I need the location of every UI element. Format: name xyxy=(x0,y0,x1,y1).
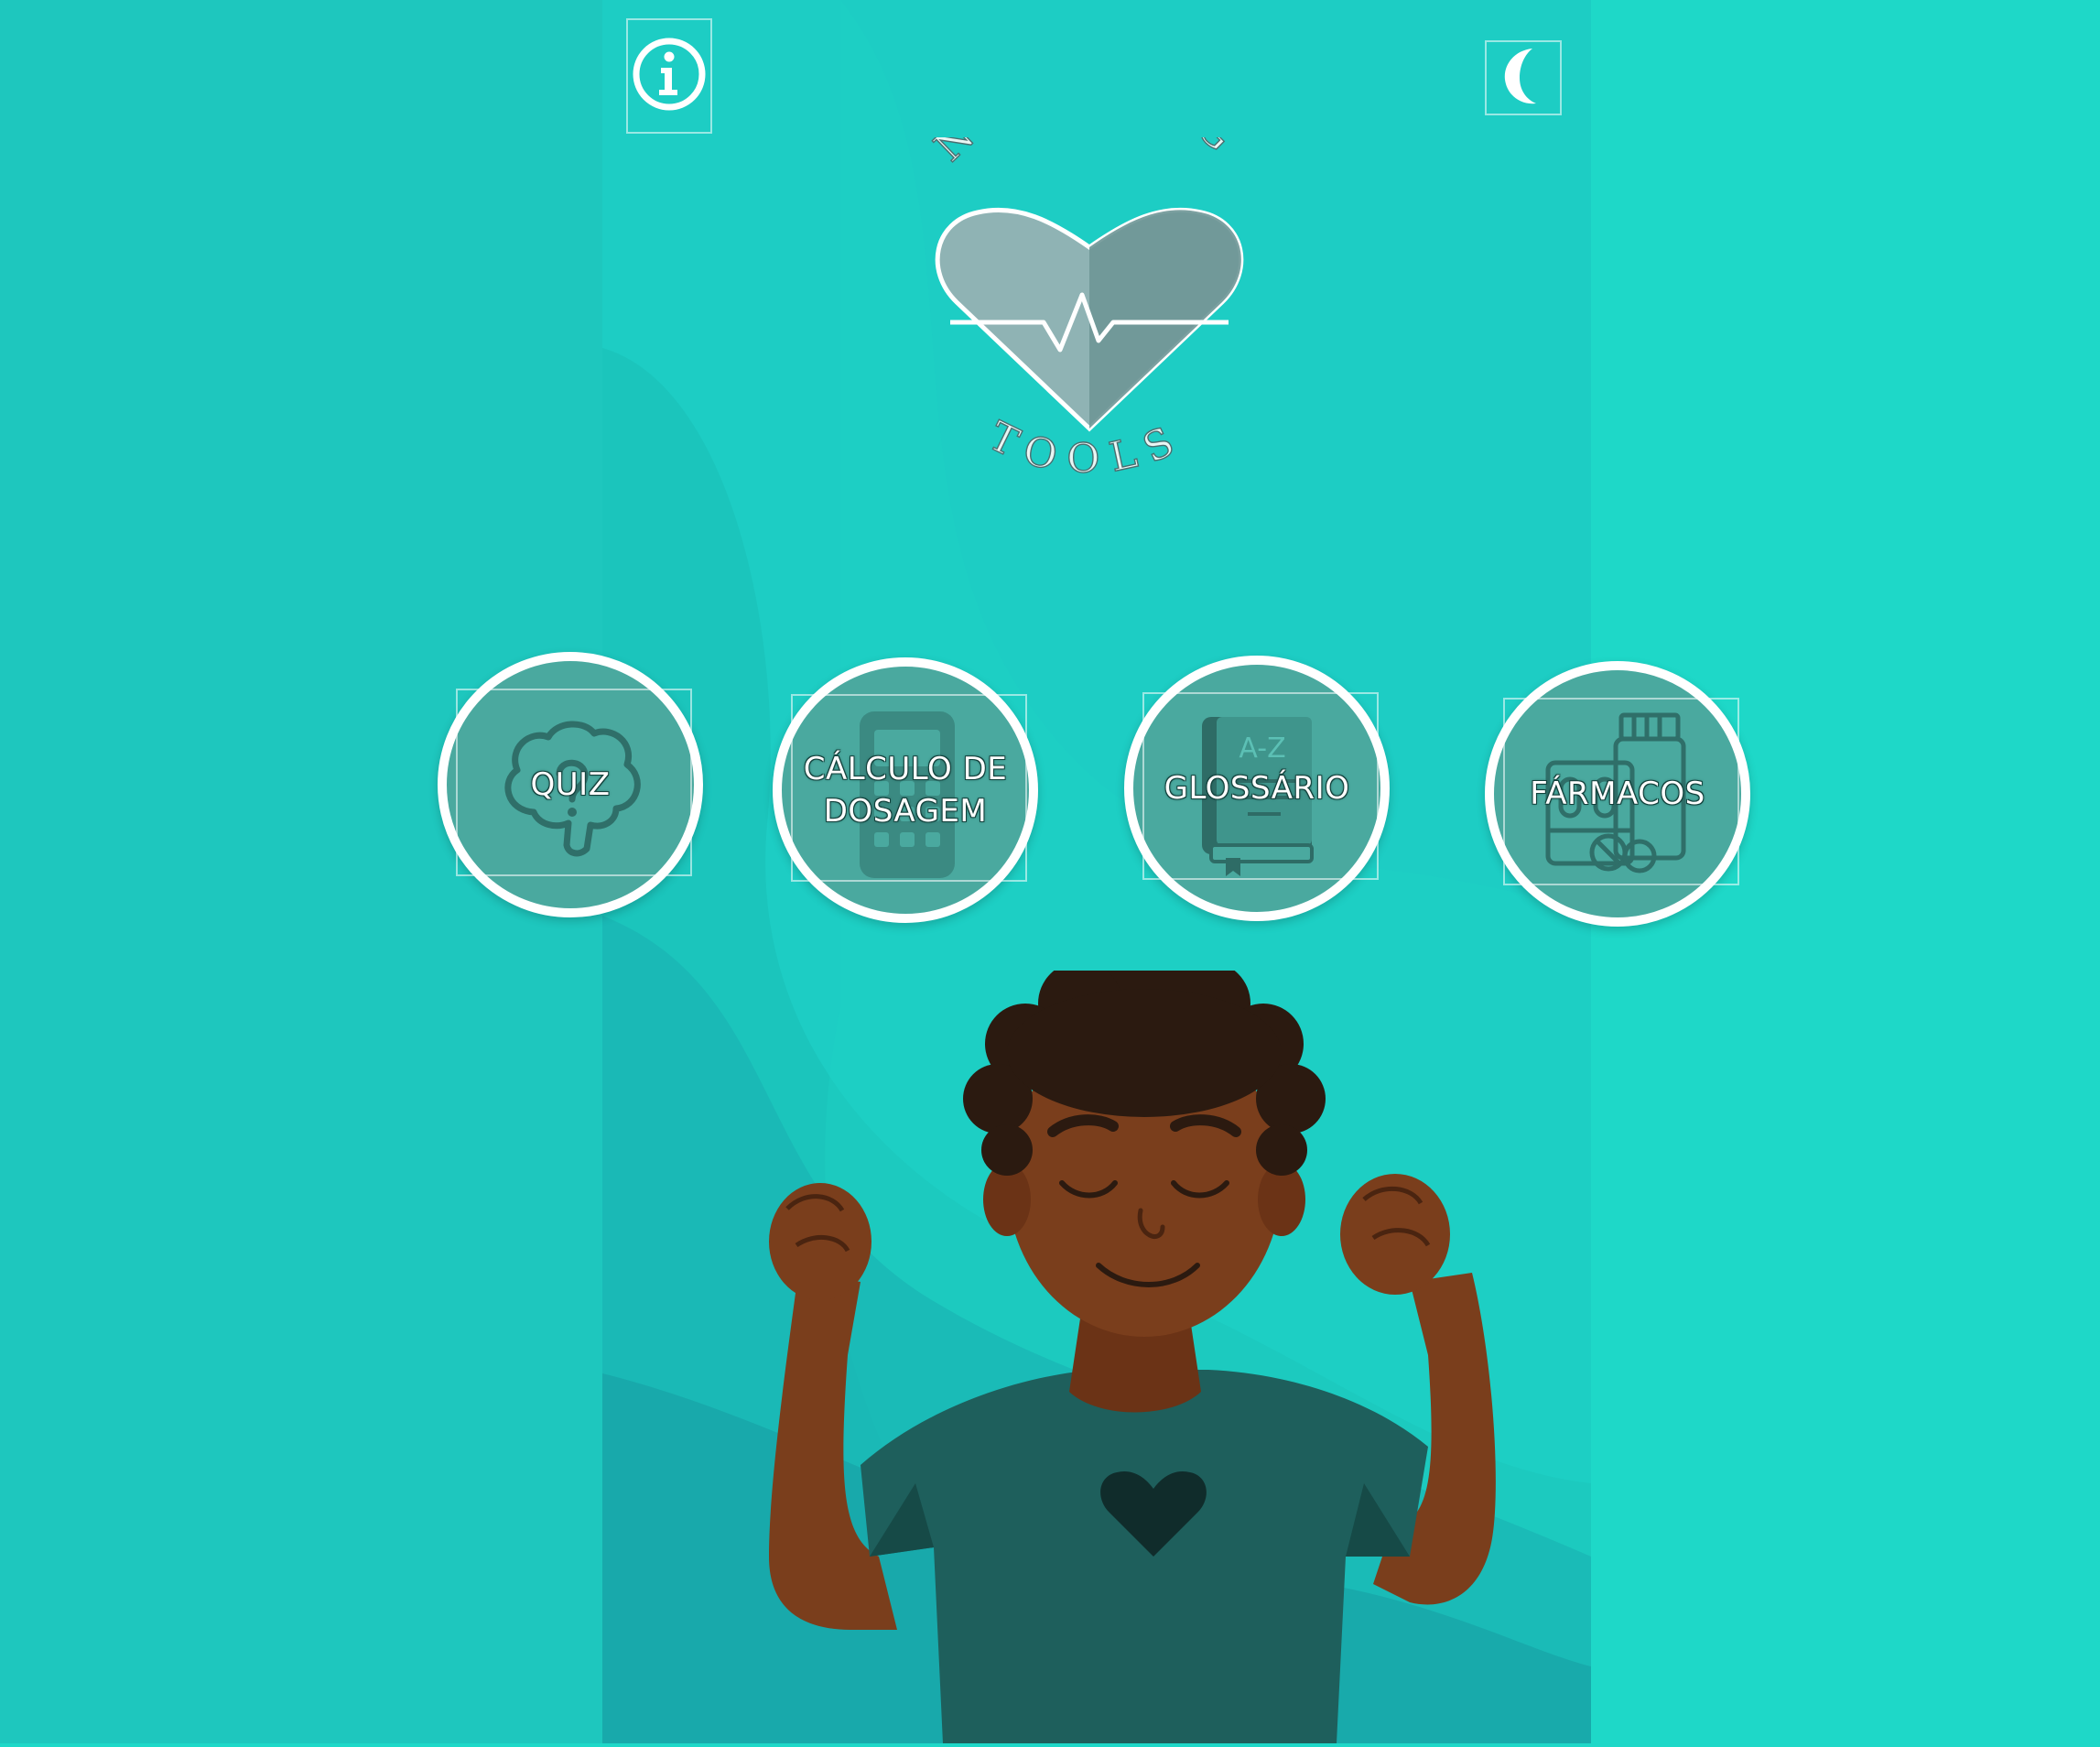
celebrating-person-illustration xyxy=(732,943,1538,1743)
dosage-calculation-button[interactable]: CÁLCULO DE DOSAGEM xyxy=(773,657,1038,923)
moon-icon xyxy=(1488,41,1558,114)
quiz-label: QUIZ xyxy=(530,766,611,803)
logo-top-text: NURSING xyxy=(926,137,1253,170)
info-icon xyxy=(630,35,709,117)
drugs-label: FÁRMACOS xyxy=(1530,776,1705,812)
app-logo: NURSING TOOLS xyxy=(906,63,1272,513)
quiz-button[interactable]: QUIZ xyxy=(438,652,703,917)
glossary-label: GLOSSÁRIO xyxy=(1164,770,1350,807)
dark-mode-toggle[interactable] xyxy=(1485,40,1562,115)
heart-pulse-icon xyxy=(935,207,1244,432)
drugs-button[interactable]: FÁRMACOS xyxy=(1485,661,1750,927)
glossary-button[interactable]: A-Z GLOSSÁRIO xyxy=(1124,656,1390,921)
dosage-label: CÁLCULO DE DOSAGEM xyxy=(803,751,1008,830)
svg-text:A-Z: A-Z xyxy=(1239,732,1285,765)
info-button[interactable] xyxy=(626,18,712,134)
